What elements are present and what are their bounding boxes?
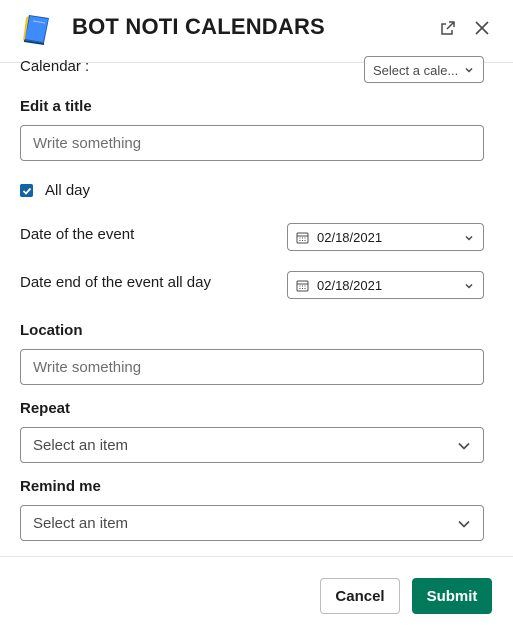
- title-input[interactable]: [20, 125, 484, 161]
- location-input[interactable]: [20, 349, 484, 385]
- chevron-down-icon: [465, 235, 473, 241]
- chevron-down-icon: [465, 283, 473, 289]
- calendar-select-value: Select a cale...: [373, 63, 459, 78]
- date-start-value: 02/18/2021: [317, 229, 383, 245]
- repeat-select-value: Select an item: [33, 436, 129, 454]
- modal-header: BOT NOTI CALENDARS: [0, 0, 513, 58]
- close-icon: [475, 21, 489, 35]
- calendar-icon: [296, 280, 309, 291]
- checkmark-icon: [22, 187, 31, 195]
- location-label: Location: [20, 322, 83, 339]
- date-start-picker[interactable]: 02/18/2021: [287, 223, 484, 251]
- calendar-icon: [296, 232, 309, 243]
- repeat-select[interactable]: Select an item: [20, 427, 484, 463]
- external-link-icon: [441, 21, 455, 35]
- external-link-button[interactable]: [438, 18, 458, 38]
- chevron-down-icon: [465, 67, 473, 73]
- footer-divider: [0, 556, 513, 557]
- remind-label: Remind me: [20, 478, 101, 495]
- chevron-down-icon: [458, 520, 470, 528]
- close-button[interactable]: [472, 18, 492, 38]
- submit-button[interactable]: Submit: [412, 578, 492, 614]
- all-day-label: All day: [45, 182, 91, 199]
- all-day-checkbox[interactable]: [20, 184, 33, 197]
- calendar-label: Calendar :: [20, 58, 90, 75]
- date-end-label: Date end of the event all day: [20, 274, 211, 291]
- calendar-select[interactable]: Select a cale...: [364, 56, 484, 83]
- chevron-down-icon: [458, 442, 470, 450]
- date-start-label: Date of the event: [20, 226, 135, 243]
- blue-book-icon: [23, 15, 49, 45]
- remind-select-value: Select an item: [33, 514, 129, 532]
- edit-title-label: Edit a title: [20, 98, 92, 115]
- modal-title: BOT NOTI CALENDARS: [72, 14, 325, 39]
- repeat-label: Repeat: [20, 400, 71, 417]
- date-end-picker[interactable]: 02/18/2021: [287, 271, 484, 299]
- date-end-value: 02/18/2021: [317, 277, 383, 293]
- cancel-button[interactable]: Cancel: [320, 578, 400, 614]
- remind-select[interactable]: Select an item: [20, 505, 484, 541]
